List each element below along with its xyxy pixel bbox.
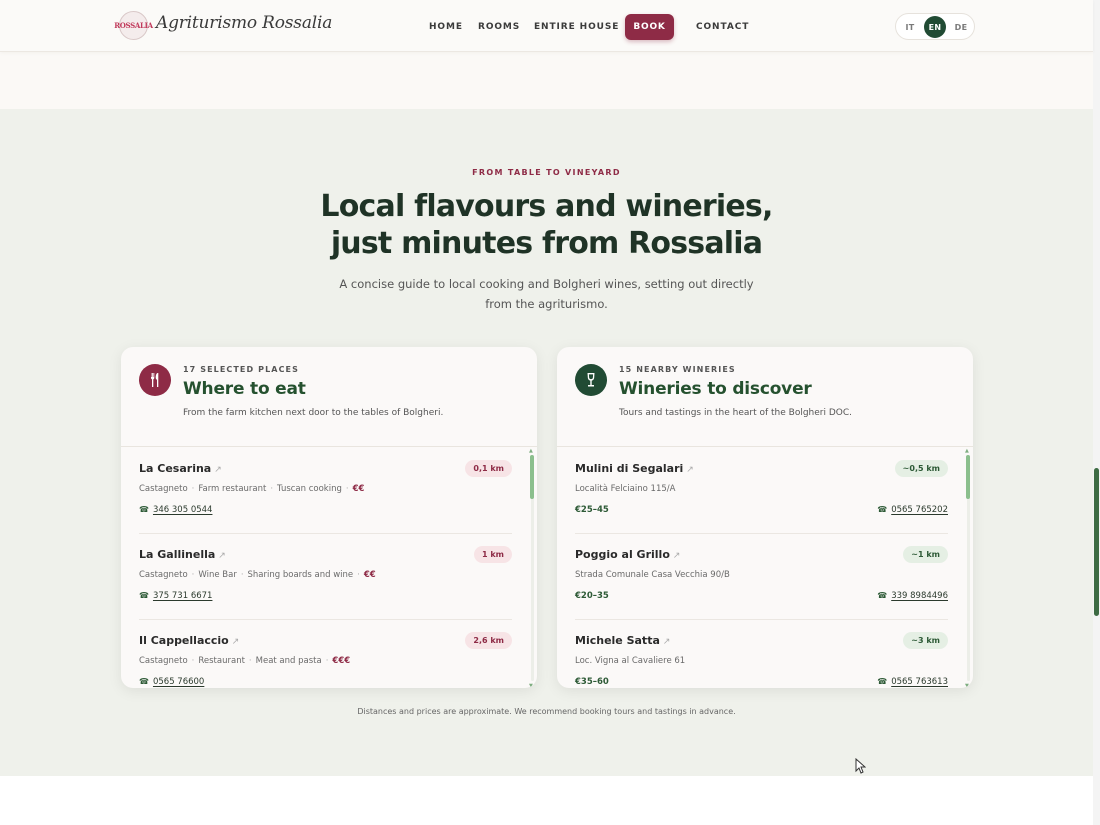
distance-badge: ~0,5 km [894,460,948,477]
winery-name[interactable]: Michele Satta ↗ [575,634,670,647]
lang-de[interactable]: DE [950,16,972,38]
scroll-thumb[interactable] [530,455,534,499]
phone-icon: ☎ [139,591,149,600]
phone-icon: ☎ [877,505,888,514]
eat-title: Where to eat [183,379,306,399]
book-button[interactable]: BOOK [625,14,674,40]
phone-link[interactable]: ☎ 346 305 0544 [139,505,212,515]
external-link-icon: ↗ [214,465,222,475]
winery-address: Località Felciaino 115/A [575,484,676,494]
phone-icon: ☎ [139,505,149,514]
place-meta: Castagneto · Farm restaurant · Tuscan cookin… [139,484,365,494]
food-wine-section: FROM TABLE TO VINEYARD Local flavours an… [0,109,1093,776]
phone-link[interactable]: ☎ 339 8984496 [877,591,948,601]
nav-entire-house[interactable]: ENTIRE HOUSE [534,14,619,40]
page-scroll-thumb[interactable] [1094,468,1099,616]
eat-subtitle: From the farm kitchen next door to the t… [183,408,444,418]
wineries-list-scrollbar[interactable]: ▲ ▼ [965,448,971,688]
fork-knife-icon [139,364,171,396]
price-range: €35–60 [575,677,609,687]
distance-badge: 2,6 km [465,632,512,649]
next-section [0,776,1093,825]
section-eyebrow: FROM TABLE TO VINEYARD [472,168,621,177]
card-header: 15 NEARBY WINERIES Wineries to discover … [557,347,973,447]
price-range: €25–45 [575,505,609,515]
phone-link[interactable]: ☎ 0565 76600 [139,677,204,687]
scroll-down-icon[interactable]: ▼ [965,683,969,688]
distance-badge: ~3 km [903,632,948,649]
winery-address: Strada Comunale Casa Vecchia 90/B [575,570,730,580]
disclaimer-note: Distances and prices are approximate. We… [357,707,736,716]
brand-name[interactable]: Agriturismo Rossalia [156,13,332,33]
scroll-up-icon[interactable]: ▲ [529,448,533,454]
lang-en[interactable]: EN [924,16,946,38]
winery-name[interactable]: Poggio al Grillo ↗ [575,548,680,561]
phone-icon: ☎ [877,677,888,686]
wine-glass-icon [575,364,607,396]
scroll-down-icon[interactable]: ▼ [529,683,533,688]
place-name[interactable]: Il Cappellaccio ↗ [139,634,239,647]
list-item: Il Cappellaccio ↗ 2,6 km Castagneto · Resta… [139,620,512,688]
phone-link[interactable]: ☎ 375 731 6671 [139,591,212,601]
eat-list-scrollbar[interactable]: ▲ ▼ [529,448,535,688]
list-item: La Gallinella ↗ 1 km Castagneto · Wine Bar ·… [139,534,512,620]
lang-it[interactable]: IT [899,16,921,38]
wineries-subtitle: Tours and tastings in the heart of the B… [619,408,853,418]
language-switcher: IT EN DE [895,13,975,40]
section-title-line-2: just minutes from Rossalia [330,226,763,261]
list-item: La Cesarina ↗ 0,1 km Castagneto · Farm rest… [139,448,512,534]
place-meta: Castagneto · Wine Bar · Sharing boards and w… [139,570,376,580]
place-meta: Castagneto · Restaurant · Meat and pasta · €€€ [139,656,351,666]
winery-address: Loc. Vigna al Cavaliere 61 [575,656,686,666]
wineries-list[interactable]: Mulini di Segalari ↗ ~0,5 km Località Fel… [557,448,973,688]
mouse-cursor-icon [855,757,867,778]
scroll-up-icon[interactable]: ▲ [965,448,969,454]
section-title-line-1: Local flavours and wineries, [320,189,773,224]
section-title: Local flavours and wineries, just minute… [0,188,1093,262]
nav-rooms[interactable]: ROOMS [478,14,520,40]
price-range: €20–35 [575,591,609,601]
external-link-icon: ↗ [686,465,694,475]
distance-badge: 0,1 km [465,460,512,477]
place-name[interactable]: La Cesarina ↗ [139,462,222,475]
wineries-title: Wineries to discover [619,379,812,399]
phone-icon: ☎ [139,677,149,686]
where-to-eat-card: 17 SELECTED PLACES Where to eat From the… [121,347,537,688]
phone-link[interactable]: ☎ 0565 765202 [877,505,948,515]
card-header: 17 SELECTED PLACES Where to eat From the… [121,347,537,447]
brand-logo[interactable]: ROSSALIA [114,11,153,40]
external-link-icon: ↗ [662,637,671,647]
phone-link[interactable]: ☎ 0565 763613 [877,677,948,687]
winery-name[interactable]: Mulini di Segalari ↗ [575,462,694,475]
nav-contact[interactable]: CONTACT [696,14,749,40]
eat-list[interactable]: La Cesarina ↗ 0,1 km Castagneto · Farm rest… [121,448,537,688]
section-lead: A concise guide to local cooking and Bol… [339,277,754,311]
distance-badge: ~1 km [903,546,948,563]
external-link-icon: ↗ [672,551,681,561]
place-name[interactable]: La Gallinella ↗ [139,548,226,561]
external-link-icon: ↗ [218,551,226,561]
wineries-count: 15 NEARBY WINERIES [619,365,736,374]
site-header: ROSSALIA Agriturismo Rossalia HOME ROOMS… [0,0,1093,52]
phone-icon: ☎ [877,591,888,600]
scroll-thumb[interactable] [966,455,970,499]
list-item: Michele Satta ↗ ~3 km Loc. Vigna al Caval… [575,620,948,688]
external-link-icon: ↗ [231,637,240,647]
list-item: Mulini di Segalari ↗ ~0,5 km Località Fel… [575,448,948,534]
eat-count: 17 SELECTED PLACES [183,365,299,374]
logo-mark: ROSSALIA [114,21,153,30]
page-scrollbar[interactable] [1093,0,1100,825]
distance-badge: 1 km [473,546,512,563]
nav-home[interactable]: HOME [429,14,463,40]
wineries-card: 15 NEARBY WINERIES Wineries to discover … [557,347,973,688]
list-item: Poggio al Grillo ↗ ~1 km Strada Comunale … [575,534,948,620]
